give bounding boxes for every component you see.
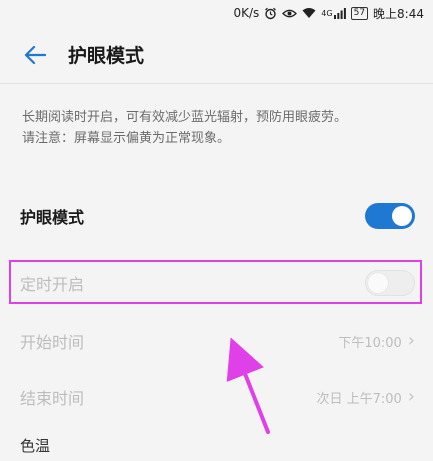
battery-icon: 57 [350,6,369,20]
signal-text: 4G [321,8,333,18]
scheduled-row[interactable]: 定时开启 [0,258,433,308]
page-title: 护眼模式 [68,45,145,67]
end-time-row[interactable]: 结束时间 次日 上午7:00 › [0,372,433,422]
start-time-value: 下午10:00 [338,335,402,351]
chevron-right-icon: › [407,330,415,351]
wifi-icon [302,7,316,19]
end-time-label: 结束时间 [20,389,85,408]
alarm-icon [264,7,277,20]
start-time-row[interactable]: 开始时间 下午10:00 › [0,316,433,366]
back-button[interactable] [10,31,60,79]
chevron-right-icon: › [407,386,415,407]
description: 长期阅读时开启，可有效减少蓝光辐射，预防用眼疲劳。 请注意：屏幕显示偏黄为正常现… [22,107,412,149]
status-time: 晚上8:44 [373,6,424,21]
network-speed: 0K/s [233,6,260,20]
cell-signal-icon: 4G [321,7,346,19]
scheduled-label: 定时开启 [20,275,85,294]
description-line-2: 请注意：屏幕显示偏黄为正常现象。 [22,131,231,146]
status-bar: 0K/s 4G 57 晚上8:44 [0,0,433,26]
scheduled-toggle[interactable] [365,270,415,296]
toggle-knob [368,273,388,293]
header: 护眼模式 [0,26,433,84]
color-temp-label: 色温 [20,437,51,455]
start-time-label: 开始时间 [20,333,85,352]
color-temp-row[interactable]: 色温 [0,430,433,461]
eye-mode-label: 护眼模式 [20,208,85,227]
eye-mode-toggle[interactable] [365,203,415,229]
toggle-knob [392,206,412,226]
battery-level: 57 [353,7,366,18]
eye-comfort-icon [282,8,298,19]
eye-mode-row[interactable]: 护眼模式 [0,190,433,242]
end-time-value: 次日 上午7:00 [316,391,402,407]
description-line-1: 长期阅读时开启，可有效减少蓝光辐射，预防用眼疲劳。 [22,110,348,125]
back-arrow-icon [24,45,46,64]
